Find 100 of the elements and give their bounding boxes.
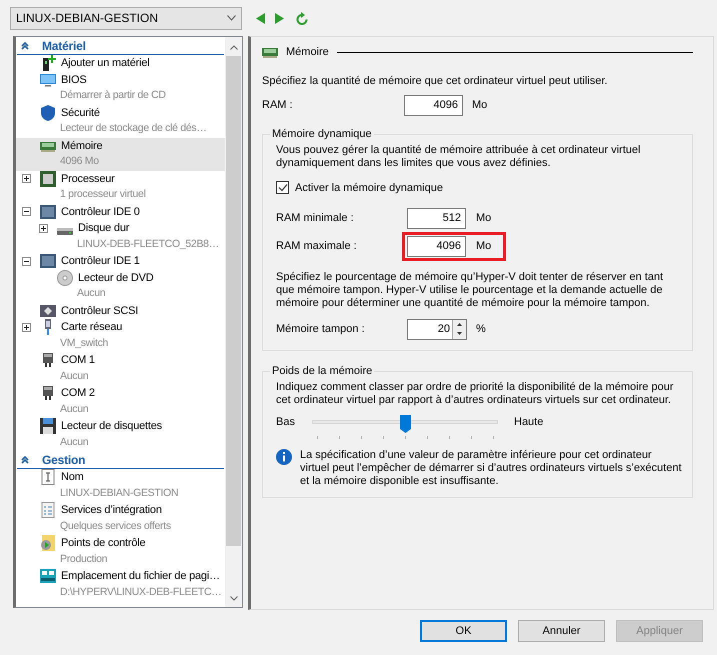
unit-label: Mo bbox=[472, 98, 488, 114]
floppy-icon bbox=[40, 418, 56, 434]
checkmark-icon bbox=[278, 183, 288, 192]
tree-item[interactable]: Lecteur de disquettes Aucun bbox=[16, 418, 225, 451]
add-hardware-icon bbox=[40, 55, 56, 72]
section-header[interactable]: Gestion bbox=[17, 451, 224, 469]
number-field[interactable]: 4096 bbox=[407, 236, 466, 257]
group-title: Poids de la mémoire bbox=[271, 364, 374, 379]
tree-item[interactable]: Processeur 1 processeur virtuel bbox=[16, 170, 225, 204]
serial-port-icon bbox=[40, 385, 56, 402]
item-label: Processeur bbox=[61, 172, 115, 186]
item-detail: Aucun bbox=[77, 286, 106, 302]
memory-file-icon bbox=[40, 568, 56, 584]
number-field[interactable]: 4096 bbox=[404, 95, 463, 116]
description-text: Vous pouvez gérer la quantité de mémoire attribuée à cet ordinateur virtuel dynamiquement dans les limites que vous avez définies. bbox=[276, 144, 642, 170]
scroll-down-icon[interactable] bbox=[230, 596, 238, 601]
serial-port-icon bbox=[40, 352, 56, 368]
collapse-toggle[interactable] bbox=[22, 207, 31, 216]
scrollbar[interactable] bbox=[225, 37, 242, 607]
controller-icon bbox=[40, 253, 56, 270]
tree-item[interactable]: Sécurité Lecteur de stockage de clé dés… bbox=[16, 104, 225, 138]
spin-up-icon[interactable] bbox=[453, 320, 466, 329]
item-detail: 1 processeur virtuel bbox=[60, 187, 146, 202]
tree-item[interactable]: Services d’intégration Quelques services offerts bbox=[16, 502, 225, 535]
description-text: Spécifiez la quantité de mémoire que cet ordinateur virtuel peut utiliser. bbox=[262, 74, 608, 89]
item-label: Lecteur de DVD bbox=[78, 270, 154, 286]
collapse-toggle[interactable] bbox=[22, 256, 31, 266]
tree-item[interactable]: Nom LINUX-DEBIAN-GESTION bbox=[16, 469, 225, 502]
expand-toggle[interactable] bbox=[22, 174, 31, 184]
info-text: La spécification d’une valeur de paramètre inférieure pour cet ordinateur virtuel peut l’empêcher de démarrer si d’autres ordinateurs virtuels s’exécutent et la mémoire disponible est insuffisante. bbox=[300, 448, 682, 488]
field-label: RAM minimale : bbox=[276, 211, 355, 226]
unit-label: Mo bbox=[476, 211, 492, 226]
checkpoint-icon bbox=[40, 535, 56, 552]
spin-down-icon[interactable] bbox=[453, 329, 466, 339]
controller-icon bbox=[40, 302, 56, 319]
item-label: Sécurité bbox=[61, 106, 100, 120]
item-detail: Aucun bbox=[60, 434, 88, 450]
tree-item[interactable]: Disque dur LINUX-DEB-FLEETCO_52B8… bbox=[16, 220, 225, 253]
tree-item[interactable]: Emplacement du fichier de pagi… D:\HYPERV\LINUX-DEB-FLEETC… bbox=[16, 568, 225, 601]
section-header[interactable]: Matériel bbox=[17, 37, 224, 55]
field-label: Mémoire tampon : bbox=[276, 322, 366, 338]
hard-drive-icon bbox=[57, 228, 73, 235]
expand-toggle[interactable] bbox=[22, 322, 31, 332]
monitor-icon bbox=[40, 72, 56, 88]
checklist-icon bbox=[40, 502, 56, 518]
tree-item[interactable]: Lecteur de DVD Aucun bbox=[16, 270, 225, 302]
tree-item[interactable]: Contrôleur IDE 1 bbox=[16, 253, 225, 270]
item-label: Carte réseau bbox=[61, 320, 122, 335]
dialog-button[interactable]: OK bbox=[420, 620, 507, 642]
item-detail: Aucun bbox=[60, 368, 88, 384]
slider-thumb[interactable] bbox=[400, 414, 410, 432]
field-label: RAM maximale : bbox=[276, 239, 358, 254]
item-label: Nom bbox=[61, 470, 84, 485]
forward-arrow-icon[interactable] bbox=[275, 12, 284, 24]
item-label: Emplacement du fichier de pagi… bbox=[61, 569, 220, 584]
item-label: Lecteur de disquettes bbox=[61, 419, 162, 434]
item-detail: LINUX-DEB-FLEETCO_52B8… bbox=[77, 236, 219, 252]
slider-track[interactable] bbox=[312, 414, 498, 440]
spin-field[interactable]: 20 bbox=[407, 319, 467, 340]
description-text: Indiquez comment classer par ordre de priorité la disponibilité de la mémoire pour cet ordinateur virtuel par rapport à d’autres ordinateurs virtuels sur cet ordinateur. bbox=[276, 380, 674, 406]
item-detail: VM_switch bbox=[60, 336, 108, 351]
item-label: Disque dur bbox=[78, 221, 130, 236]
tree-item[interactable]: BIOS Démarrer à partir de CD bbox=[16, 72, 225, 104]
item-detail: Lecteur de stockage de clé dés… bbox=[60, 121, 207, 136]
tree-item[interactable]: Carte réseau VM_switch bbox=[16, 319, 225, 352]
item-detail: Démarrer à partir de CD bbox=[60, 88, 166, 104]
slider-max-label: Haute bbox=[514, 414, 544, 428]
description-text: Spécifiez le pourcentage de mémoire qu’Hyper-V doit tenter de réserver en tant que mémoire tampon. Hyper-V utilise le pourcentage et la demande actuelle de mémoire pour déterminer une quantité de mémoire pour la mémoire tampon. bbox=[276, 271, 664, 310]
unit-label: % bbox=[476, 322, 486, 338]
group-title: Mémoire dynamique bbox=[271, 127, 373, 142]
tree-item[interactable]: Contrôleur SCSI bbox=[16, 302, 225, 319]
tree-item[interactable]: COM 2 Aucun bbox=[16, 385, 225, 418]
scroll-up-icon[interactable] bbox=[230, 45, 238, 50]
tree-item[interactable]: Mémoire 4096 Mo bbox=[16, 138, 225, 170]
tree-item[interactable]: Points de contrôle Production bbox=[16, 535, 225, 568]
field-label: RAM : bbox=[262, 98, 294, 114]
tree-item[interactable]: Contrôleur IDE 0 bbox=[16, 204, 225, 220]
item-label: COM 1 bbox=[61, 353, 95, 368]
checkbox-option[interactable]: Activer la mémoire dynamique bbox=[276, 180, 682, 196]
info-icon bbox=[276, 448, 292, 464]
vm-dropdown[interactable]: LINUX-DEBIAN-GESTION bbox=[10, 6, 242, 30]
dialog-button[interactable]: Annuler bbox=[518, 620, 605, 642]
item-label: Contrôleur IDE 0 bbox=[61, 204, 140, 220]
shield-icon bbox=[40, 104, 56, 121]
item-detail: Quelques services offerts bbox=[60, 518, 171, 534]
item-label: Mémoire bbox=[61, 138, 102, 154]
controller-icon bbox=[40, 204, 56, 220]
refresh-icon[interactable] bbox=[296, 12, 308, 24]
item-label: Contrôleur SCSI bbox=[61, 304, 138, 318]
back-arrow-icon[interactable] bbox=[256, 12, 265, 24]
tree-item[interactable]: COM 1 Aucun bbox=[16, 352, 225, 385]
number-field[interactable]: 512 bbox=[407, 208, 466, 229]
tree-item[interactable]: Ajouter un matériel bbox=[16, 55, 225, 72]
item-label: Contrôleur IDE 1 bbox=[61, 254, 140, 269]
expand-toggle[interactable] bbox=[39, 224, 48, 233]
chevron-down-icon bbox=[227, 15, 236, 21]
item-label: Services d’intégration bbox=[61, 503, 162, 518]
item-detail: Aucun bbox=[60, 402, 88, 417]
item-detail: LINUX-DEBIAN-GESTION bbox=[60, 486, 178, 501]
text-cursor-icon bbox=[40, 469, 56, 486]
